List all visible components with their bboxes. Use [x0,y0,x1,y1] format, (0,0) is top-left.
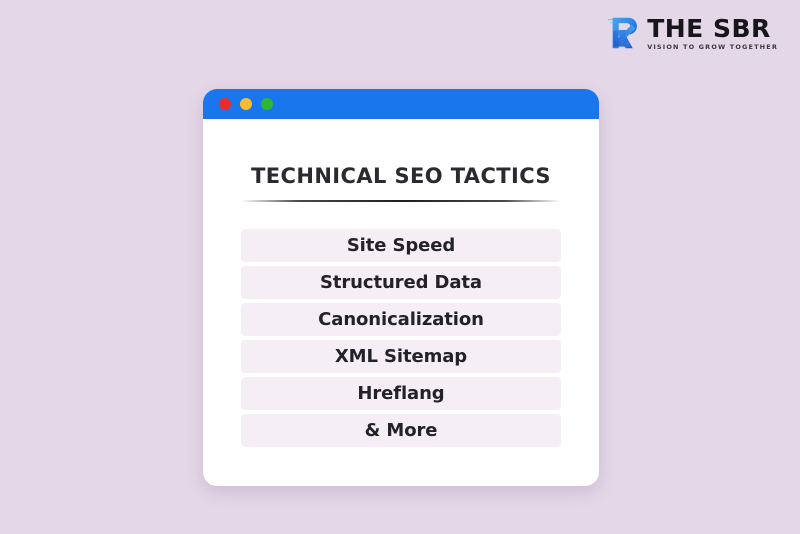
minimize-dot[interactable] [240,98,252,110]
list-item-label: & More [364,420,438,441]
list-item[interactable]: Structured Data [241,266,561,299]
window-titlebar [203,89,599,119]
brand-text: THE SBR VISION TO GROW TOGETHER [647,16,778,51]
tactics-list: Site Speed Structured Data Canonicalizat… [241,229,561,447]
list-item[interactable]: Hreflang [241,377,561,410]
title-divider [241,200,561,202]
list-item-label: Site Speed [346,235,456,256]
list-item-label: Hreflang [357,383,445,404]
list-item-label: Structured Data [320,272,482,293]
page-title: TECHNICAL SEO TACTICS [251,164,551,188]
list-item[interactable]: & More [241,414,561,447]
list-item[interactable]: Site Speed [241,229,561,262]
close-dot[interactable] [219,98,231,110]
brand-name: THE SBR [647,13,771,43]
list-item-label: XML Sitemap [334,346,468,367]
window-content: TECHNICAL SEO TACTICS Site Speed Structu… [203,119,599,486]
browser-window-mock: TECHNICAL SEO TACTICS Site Speed Structu… [203,89,599,486]
brand-tagline: VISION TO GROW TOGETHER [647,42,778,51]
r-arrow-logo-icon [608,17,638,49]
maximize-dot[interactable] [261,98,273,110]
brand-logo: THE SBR VISION TO GROW TOGETHER [605,14,778,52]
list-item[interactable]: XML Sitemap [241,340,561,373]
list-item-label: Canonicalization [318,309,484,330]
list-item[interactable]: Canonicalization [241,303,561,336]
